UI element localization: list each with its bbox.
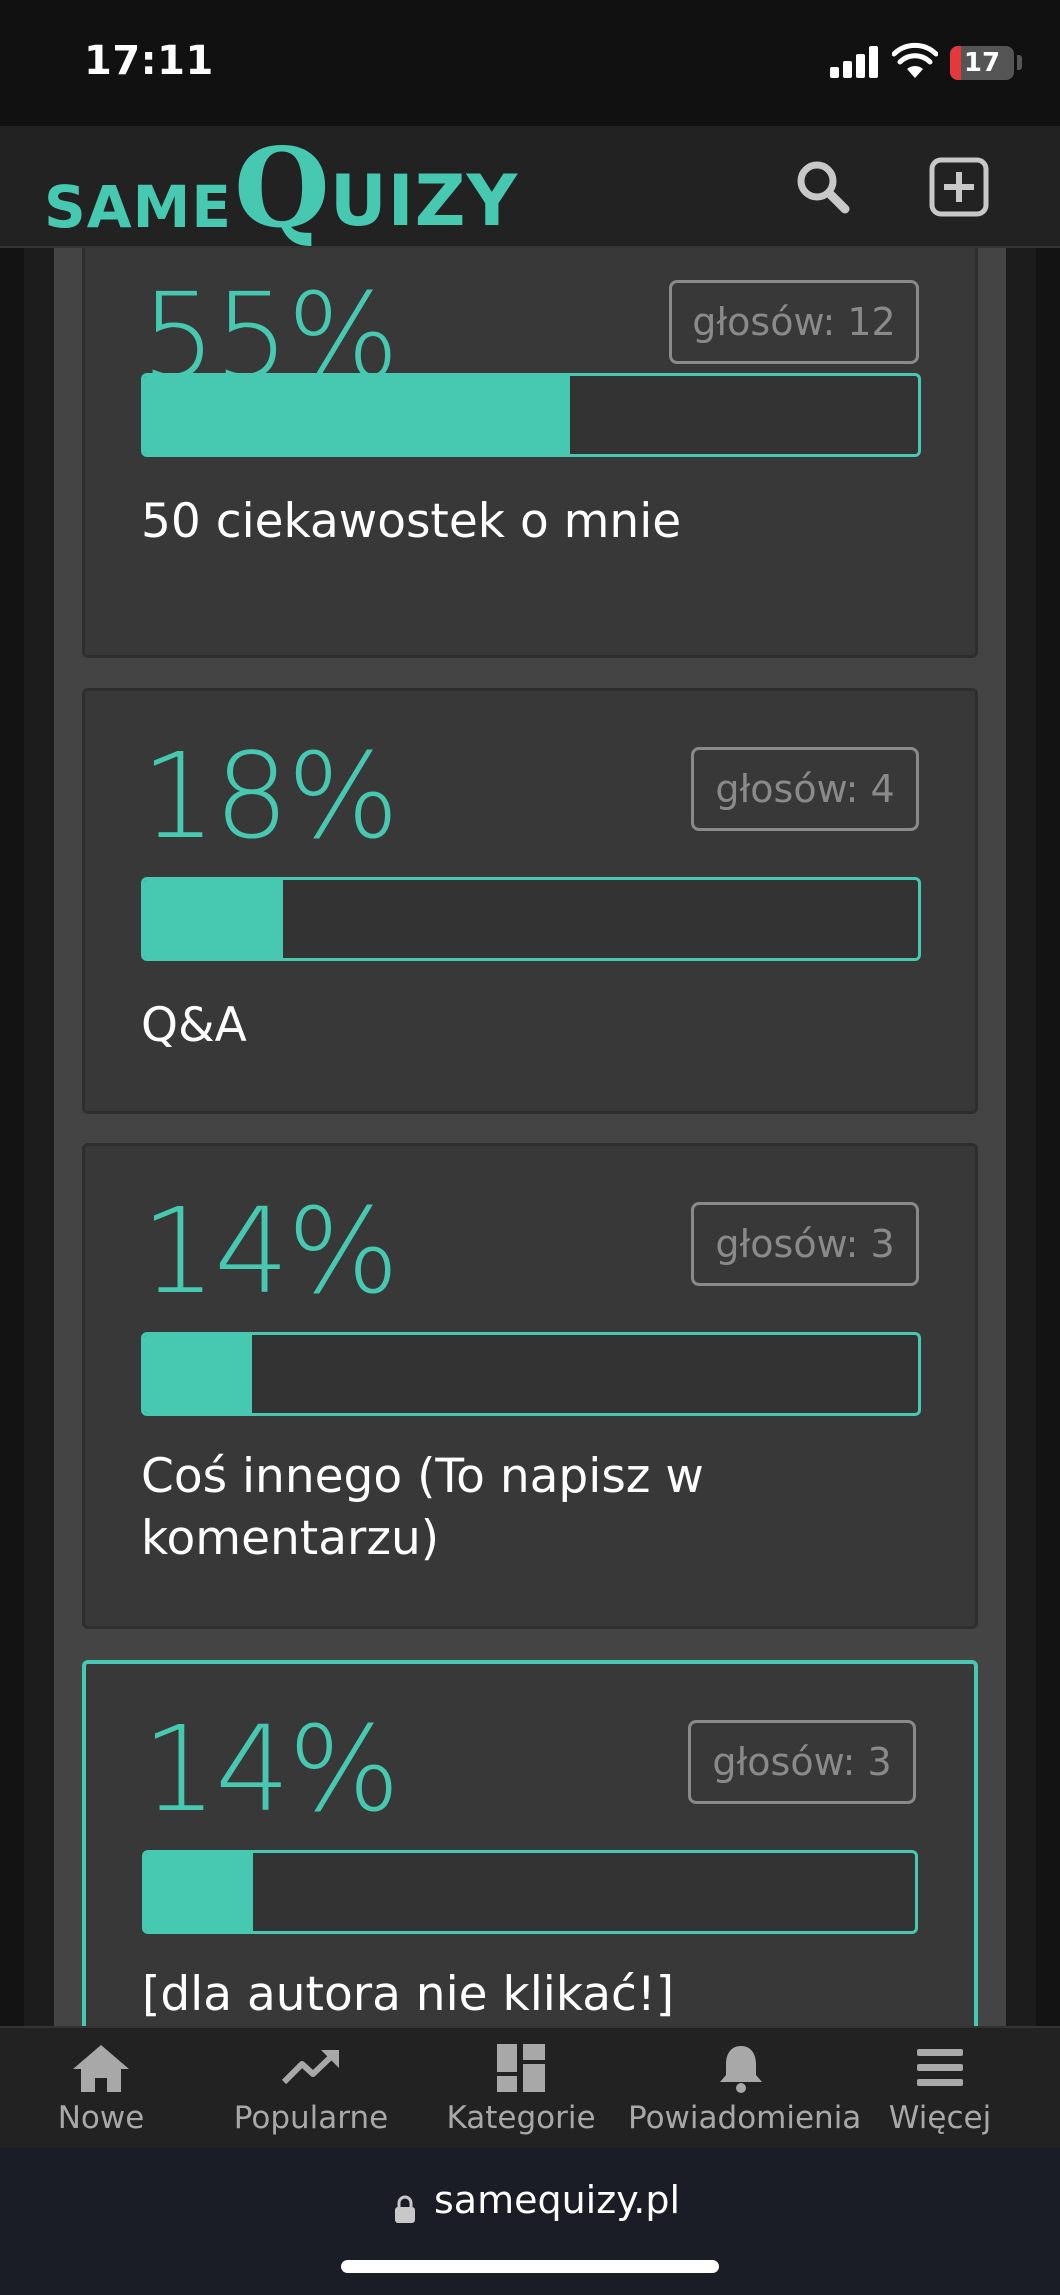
nav-nowe[interactable]: Nowe xyxy=(36,2042,166,2136)
answer-text: Q&A xyxy=(141,998,247,1053)
url-text[interactable]: samequizy.pl xyxy=(434,2178,680,2222)
browser-url-bar[interactable]: samequizy.pl xyxy=(0,2148,1060,2295)
nav-wiecej[interactable]: Więcej xyxy=(880,2042,1000,2136)
progress-bar xyxy=(141,373,921,457)
nav-label: Nowe xyxy=(57,2100,145,2136)
answer-text: 50 ciekawostek o mnie xyxy=(141,494,682,549)
nav-kategorie[interactable]: Kategorie xyxy=(446,2042,596,2136)
nav-label: Powiadomienia xyxy=(628,2100,862,2136)
logo-q: Q xyxy=(234,123,330,253)
answer-text: Coś innego (To napisz w komentarzu) xyxy=(141,1449,704,1566)
status-bar: 17:11 17 xyxy=(0,0,1060,126)
vote-count-badge: głosów: 3 xyxy=(691,1202,919,1286)
nav-powiadomienia[interactable]: Powiadomienia xyxy=(628,2042,862,2136)
poll-option-card-selected[interactable]: 14% głosów: 3 [dla autora nie klikać!] xyxy=(82,1660,978,2026)
samequizy-logo[interactable]: SAME Q UIZY xyxy=(44,126,518,248)
nav-popularne[interactable]: Popularne xyxy=(226,2042,396,2136)
progress-fill xyxy=(144,376,570,454)
nav-label: Więcej xyxy=(888,2100,992,2136)
plus-square-icon[interactable] xyxy=(928,156,990,218)
battery-icon: 17 xyxy=(950,46,1014,80)
logo-uizy: UIZY xyxy=(329,160,519,242)
vote-percent: 14% xyxy=(142,1700,400,1838)
logo-same: SAME xyxy=(44,173,232,241)
home-icon xyxy=(73,2045,129,2092)
content-area: 55% głosów: 12 50 ciekawostek o mnie 18%… xyxy=(24,248,1036,2026)
poll-option-card[interactable]: 18% głosów: 4 Q&A xyxy=(82,688,978,1114)
lock-icon xyxy=(395,2195,415,2223)
status-time: 17:11 xyxy=(84,38,214,84)
vote-count-badge: głosów: 3 xyxy=(688,1720,916,1804)
progress-bar xyxy=(141,877,921,961)
wifi-icon xyxy=(892,42,938,78)
progress-fill xyxy=(145,1853,253,1931)
answer-text: [dla autora nie klikać!] xyxy=(142,1967,675,2022)
poll-option-card[interactable]: 55% głosów: 12 50 ciekawostek o mnie xyxy=(82,248,978,658)
progress-bar xyxy=(142,1850,918,1934)
poll-results: 55% głosów: 12 50 ciekawostek o mnie 18%… xyxy=(54,248,1006,2026)
progress-fill xyxy=(144,1335,253,1413)
bell-icon xyxy=(720,2046,762,2093)
progress-bar xyxy=(141,1332,921,1416)
signal-icon xyxy=(830,46,880,78)
trending-icon xyxy=(281,2050,339,2085)
vote-count-badge: głosów: 12 xyxy=(669,280,919,364)
menu-icon xyxy=(917,2049,963,2086)
nav-label: Popularne xyxy=(233,2100,389,2136)
bottom-nav: Nowe Popularne Kategorie Powiadomienia W… xyxy=(0,2026,1060,2148)
home-indicator[interactable] xyxy=(341,2260,719,2273)
dashboard-icon xyxy=(497,2044,545,2092)
poll-option-card[interactable]: 14% głosów: 3 Coś innego (To napisz w ko… xyxy=(82,1143,978,1629)
search-icon[interactable] xyxy=(792,156,854,218)
nav-label: Kategorie xyxy=(446,2100,596,2136)
vote-percent: 14% xyxy=(141,1182,399,1320)
progress-fill xyxy=(144,880,284,958)
battery-tip xyxy=(1017,55,1022,70)
vote-count-badge: głosów: 4 xyxy=(691,747,919,831)
vote-percent: 18% xyxy=(141,727,399,865)
screen: 17:11 17 SAME Q UIZY 55% głosów: 12 50 c… xyxy=(0,0,1060,2295)
site-header: SAME Q UIZY xyxy=(0,126,1060,248)
battery-percent: 17 xyxy=(963,48,1001,78)
